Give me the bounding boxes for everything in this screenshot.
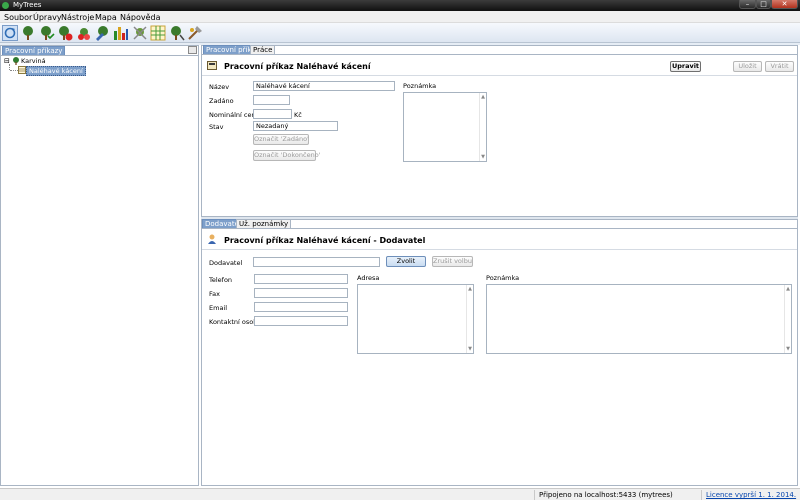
- save-button[interactable]: Uložit: [733, 61, 762, 72]
- scroll-down-icon[interactable]: ▼: [480, 154, 486, 160]
- address-label: Adresa: [357, 274, 380, 282]
- assigned-label: Zadáno: [209, 97, 234, 105]
- minimize-button[interactable]: –: [739, 0, 756, 9]
- menu-napoveda[interactable]: Nápověda: [120, 13, 161, 22]
- mark-done-button[interactable]: Označit 'Dokončeno': [253, 150, 320, 161]
- grid-icon[interactable]: [150, 25, 166, 41]
- panel-minimize-icon[interactable]: [188, 46, 197, 54]
- menu-soubor[interactable]: Soubor: [4, 13, 32, 22]
- maximize-button[interactable]: □: [756, 0, 771, 9]
- refresh-icon[interactable]: [2, 25, 18, 41]
- supplier-note-label: Poznámka: [486, 274, 520, 282]
- supplier-note-scrollbar[interactable]: ▲ ▼: [784, 285, 791, 353]
- close-button[interactable]: ✕: [771, 0, 798, 9]
- email-label: Email: [209, 304, 228, 312]
- scroll-down-icon[interactable]: ▼: [467, 346, 473, 352]
- scroll-up-icon[interactable]: ▲: [480, 94, 486, 100]
- city-tree-icon: [12, 57, 20, 65]
- tree-icon[interactable]: [20, 25, 36, 41]
- name-field[interactable]: Naléhavé kácení: [253, 81, 395, 91]
- scroll-up-icon[interactable]: ▲: [785, 286, 791, 292]
- tree-axe-icon[interactable]: [187, 25, 203, 41]
- mark-assigned-button[interactable]: Označit 'Zadáno': [253, 134, 309, 145]
- tree-check-icon[interactable]: [39, 25, 55, 41]
- phone-field[interactable]: [254, 274, 348, 284]
- menu-nastroje[interactable]: Nástroje: [61, 13, 94, 22]
- fax-field[interactable]: [254, 288, 348, 298]
- menu-bar: Soubor Úpravy Nástroje Mapa Nápověda: [0, 11, 800, 23]
- work-order-header-icon: [207, 61, 217, 70]
- work-order-icon: [18, 66, 26, 74]
- email-field[interactable]: [254, 302, 348, 312]
- menu-upravy[interactable]: Úpravy: [33, 13, 62, 22]
- supplier-field[interactable]: [253, 257, 380, 267]
- nominal-price-label: Nominální cena: [209, 111, 260, 119]
- supplier-title: Pracovní příkaz Naléhavé kácení - Dodava…: [224, 236, 426, 245]
- tree-line-h: [10, 70, 18, 71]
- tab-uz-poznamky[interactable]: Už. poznámky: [236, 219, 292, 228]
- name-label: Název: [209, 83, 230, 91]
- supplier-person-icon: [207, 234, 217, 244]
- tab-pracovni-prikazy[interactable]: Pracovní příkazy: [2, 46, 66, 55]
- revert-button[interactable]: Vrátit: [765, 61, 794, 72]
- tree-plant-icon[interactable]: [169, 25, 185, 41]
- currency-label: Kč: [294, 111, 302, 119]
- tree-node-karvina[interactable]: Karviná: [21, 57, 46, 65]
- address-textarea[interactable]: ▲ ▼: [357, 284, 474, 354]
- tree-tools-icon[interactable]: [132, 25, 148, 41]
- tree-remove-icon[interactable]: [76, 25, 92, 41]
- status-bar: Připojeno na localhost:5433 (mytrees) Li…: [0, 488, 800, 500]
- nominal-price-field[interactable]: [253, 109, 292, 119]
- contact-person-field[interactable]: [254, 316, 348, 326]
- scroll-up-icon[interactable]: ▲: [467, 286, 473, 292]
- app-icon: [2, 2, 9, 9]
- cancel-selection-button[interactable]: Zrušit volbu: [432, 256, 473, 267]
- note-label: Poznámka: [403, 82, 437, 90]
- edit-button[interactable]: Upravit: [670, 61, 701, 72]
- menu-mapa[interactable]: Mapa: [95, 13, 117, 22]
- assigned-date-field[interactable]: [253, 95, 290, 105]
- state-field: Nezadaný: [253, 121, 338, 131]
- note-scrollbar[interactable]: ▲ ▼: [479, 93, 486, 161]
- left-panel: [0, 45, 199, 486]
- bar-chart-icon[interactable]: [113, 25, 129, 41]
- fax-label: Fax: [209, 290, 220, 298]
- tree-node-nalehave-kaceni[interactable]: Naléhavé kácení: [26, 66, 86, 76]
- state-label: Stav: [209, 123, 224, 131]
- supplier-label: Dodavatel: [209, 259, 243, 267]
- tree-edit-icon[interactable]: [94, 25, 110, 41]
- title-bar: MyTrees – □ ✕: [0, 0, 800, 11]
- toolbar: [0, 23, 800, 43]
- tab-prace[interactable]: Práce: [250, 45, 276, 54]
- phone-label: Telefon: [209, 276, 233, 284]
- license-link[interactable]: Licence vyprší 1. 1. 2014.: [701, 490, 800, 500]
- choose-supplier-button[interactable]: Zvolit: [386, 256, 426, 267]
- window-title: MyTrees: [13, 1, 42, 9]
- connection-status: Připojeno na localhost:5433 (mytrees): [534, 490, 700, 500]
- left-tab-rule: [1, 55, 198, 56]
- note-textarea[interactable]: ▲ ▼: [403, 92, 487, 162]
- scroll-down-icon[interactable]: ▼: [785, 346, 791, 352]
- tree-delete-icon[interactable]: [57, 25, 73, 41]
- work-order-title: Pracovní příkaz Naléhavé kácení: [224, 62, 371, 71]
- supplier-note-textarea[interactable]: ▲ ▼: [486, 284, 792, 354]
- address-scrollbar[interactable]: ▲ ▼: [466, 285, 473, 353]
